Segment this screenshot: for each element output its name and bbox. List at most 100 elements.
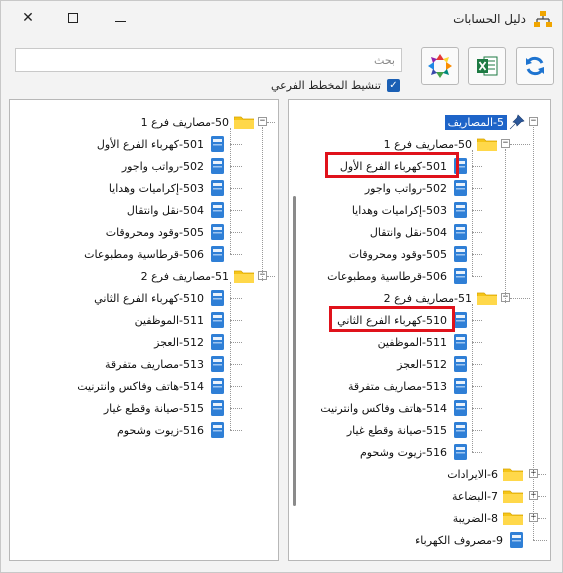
refresh-button[interactable] [516,47,554,85]
collapse-toggle[interactable]: − [529,117,538,126]
tree-line [505,149,506,303]
tree-line [230,188,242,189]
tree-line [472,408,482,409]
tree-node-account[interactable]: 515-صيانة وقطع غيار [101,399,224,417]
tree-node-account[interactable]: 505-وقود ومحروقات [103,223,224,241]
account-icon [454,356,467,372]
org-chart-icon [534,11,552,27]
tree-node-account[interactable]: 513-مصاريف متفرقة [102,355,224,373]
tree-node-label: 514-هاتف وفاكس وانترنيت [77,379,204,393]
tree-node-account[interactable]: 503-إكراميات وهدايا [106,179,224,197]
tree-node-account[interactable]: 501-كهرباء الفرع الأول [94,135,224,153]
account-icon [211,246,224,262]
close-button[interactable]: ✕ [19,9,37,27]
tree-node-label: 503-إكراميات وهدايا [108,181,204,195]
tree-node-label: 512-العجز [397,357,447,371]
tree-node-account[interactable]: 505-وقود ومحروقات [346,245,467,263]
tree-node-group[interactable]: 51-مصاريف فرع 2 [138,267,255,285]
highlight-box [325,152,459,178]
main-chart-panel[interactable]: 5-المصاريف −50-مصاريف فرع 1−501-كهرباء ال… [288,99,551,561]
tree-node-label: 502-رواتب واجور [121,159,204,173]
folder-icon [502,511,524,526]
tree-node-label: 505-وقود ومحروقات [348,247,447,261]
tree-node-account[interactable]: 511-الموظفين [132,311,224,329]
tree-node-label: 503-إكراميات وهدايا [351,203,447,217]
tree-node-label: 511-الموظفين [134,313,204,327]
tree-node-label: 5-المصاريف [444,114,507,130]
tree-node-account[interactable]: 512-العجز [394,355,467,373]
tree-line [538,518,546,519]
tree-node-account[interactable]: 515-صيانة وقطع غيار [344,421,467,439]
scrollbar-thumb[interactable] [293,196,296,506]
tree-node-top[interactable]: 8-الضريبة [450,509,524,527]
tree-node-account[interactable]: 504-نقل وانتقال [124,201,224,219]
search-input[interactable] [16,49,401,71]
tree-node-account[interactable]: 511-الموظفين [375,333,467,351]
close-icon: ✕ [22,10,34,26]
collapse-toggle[interactable]: − [501,139,510,148]
search-field[interactable] [15,48,402,72]
excel-icon [477,56,498,76]
account-icon [454,202,467,218]
collapse-toggle[interactable]: − [258,117,267,126]
tree-line [230,342,242,343]
tree-node-account[interactable]: 503-إكراميات وهدايا [349,201,467,219]
tree-node-group[interactable]: 51-مصاريف فرع 2 [381,289,498,307]
minimize-button[interactable] [111,9,129,27]
sub-chart-panel[interactable]: 50-مصاريف فرع 1 − 501-كهرباء الفرع الأول 50… [9,99,279,561]
window-title: دليل الحسابات [453,12,526,26]
tree-node-top[interactable]: 9-مصروف الكهرباء [412,531,523,549]
tree-node-account[interactable]: 514-هاتف وفاكس وانترنيت [74,377,224,395]
account-icon [211,422,224,438]
tree-node-account[interactable]: 502-رواتب واجور [362,179,467,197]
tree-line [230,430,242,431]
account-icon [211,356,224,372]
tree-node-label: 504-نقل وانتقال [369,225,447,239]
tree-line [230,144,242,145]
tree-node-account[interactable]: 516-زيوت وشحوم [114,421,224,439]
account-icon [454,444,467,460]
account-icon [211,378,224,394]
tree-node-account[interactable]: 504-نقل وانتقال [367,223,467,241]
tree-node-account[interactable]: 510-كهرباء الفرع الثاني [91,289,224,307]
tree-node-group[interactable]: 50-مصاريف فرع 1 [138,113,255,131]
export-excel-button[interactable] [468,47,506,85]
tree-node-account[interactable]: 512-العجز [151,333,224,351]
tree-node-label: 501-كهرباء الفرع الأول [96,137,204,151]
tree-node-label: 6-الايرادات [447,467,498,481]
expand-all-button[interactable] [421,47,459,85]
tree-line [230,166,242,167]
tree-node-account[interactable]: 506-قرطاسية ومطبوعات [324,267,467,285]
folder-icon [233,269,255,284]
maximize-button[interactable] [64,9,82,27]
tree-node-top[interactable]: 6-الايرادات [444,465,524,483]
tree-node-account[interactable]: 502-رواتب واجور [119,157,224,175]
tree-node-account[interactable]: 513-مصاريف متفرقة [345,377,467,395]
tree-node-label: 514-هاتف وفاكس وانترنيت [320,401,447,415]
folder-icon [502,467,524,482]
expand-arrows-icon [428,54,452,78]
tree-node-label: 502-رواتب واجور [364,181,447,195]
tree-node-label: 50-مصاريف فرع 1 [383,137,472,151]
tree-line [538,496,546,497]
subchart-toggle[interactable]: ✓ تنشيط المخطط الفرعي [271,77,400,93]
tree-node-account[interactable]: 516-زيوت وشحوم [357,443,467,461]
tree-node-group[interactable]: 50-مصاريف فرع 1 [381,135,498,153]
scrollbar[interactable] [293,196,297,506]
account-icon [454,400,467,416]
account-icon [211,334,224,350]
account-icon [211,202,224,218]
tree-node-label: 506-قرطاسية ومطبوعات [84,247,204,261]
tree-node-label: 510-كهرباء الفرع الثاني [94,291,204,305]
accounts-window: ✕ دليل الحسابات بحث ✓ تنشيط المخطط الفرع… [0,0,563,573]
subchart-checkbox[interactable]: ✓ [387,78,400,92]
tree-node-label: 9-مصروف الكهرباء [415,533,503,547]
tree-node-account[interactable]: 514-هاتف وفاكس وانترنيت [317,399,467,417]
account-icon [454,268,467,284]
tree-node-top[interactable]: 7-البضاعة [449,487,524,505]
tree-node-account[interactable]: 506-قرطاسية ومطبوعات [81,245,224,263]
account-icon [211,400,224,416]
tree-node-root[interactable]: 5-المصاريف [444,113,525,131]
folder-icon [502,489,524,504]
account-icon [211,180,224,196]
